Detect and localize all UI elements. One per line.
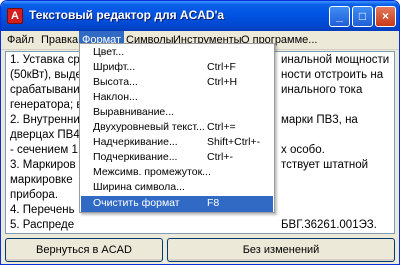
doc-line-right: марки ПВ3, на [281,114,358,126]
app-window: A Текстовый редактор для ACAD'а _ □ × Фа… [0,0,400,265]
doc-line-right: инальной мощности [281,54,390,66]
menu-item-label: Высота... [93,76,138,88]
menu-item-label: Ширина символа... [93,181,185,193]
menu-item-label: Очистить формат [93,197,180,209]
doc-line: 3. Маркиров [10,159,76,171]
menu-item-label: Шрифт... [93,61,136,73]
doc-line: прибора. [10,189,59,201]
format-menu-color[interactable]: Цвет... [81,45,273,61]
menu-item-label: Межсимв. промежуток... [93,166,211,178]
format-menu-slant[interactable]: Наклон... [81,90,273,106]
doc-line-right: инального тока [281,84,363,96]
acad-app-icon: A [7,8,23,24]
menu-item-shortcut: Ctrl+H [207,76,238,88]
return-to-acad-button[interactable]: Вернуться в ACAD [5,238,163,262]
format-menu-twolevel[interactable]: Двухуровневый текст... Ctrl+= [81,120,273,136]
doc-line-right: тствует штатной [281,159,369,171]
maximize-button[interactable]: □ [352,6,373,27]
menu-item-label: Цвет... [93,46,125,58]
format-menu-spacing[interactable]: Межсимв. промежуток... [81,165,273,181]
doc-line: генератора; в [10,99,83,111]
format-menu-underline[interactable]: Подчеркивание... Ctrl+- [81,150,273,166]
menu-item-shortcut: F8 [207,197,220,209]
doc-line-right: х особо. [281,144,325,156]
minimize-button[interactable]: _ [329,6,350,27]
doc-line: - сечением 1 [10,144,78,156]
doc-line: (50кВт), выде [10,69,82,81]
title-bar: A Текстовый редактор для ACAD'а _ □ × [1,1,399,31]
doc-line: 2. Внутренни [10,114,80,126]
menu-item-label: Наклон... [93,91,138,103]
doc-line: маркировке [10,174,73,186]
menu-edit[interactable]: Правка [41,34,78,46]
format-menu-width[interactable]: Ширина символа... [81,180,273,196]
menu-file[interactable]: Файл [7,34,34,46]
doc-line: 5. Распреде [10,219,75,231]
menu-item-label: Выравнивание... [93,106,175,118]
window-title: Текстовый редактор для ACAD'а [29,8,225,22]
format-menu-clear[interactable]: Очистить формат F8 [81,196,273,212]
format-menu-overline[interactable]: Надчеркивание... Shift+Ctrl+- [81,135,273,151]
menu-item-label: Надчеркивание... [93,136,178,148]
doc-line-right: ности отстроить на [281,69,384,81]
doc-line: срабатывание [10,84,87,96]
menu-item-label: Подчеркивание... [93,151,178,163]
doc-line: дверцах ПВ4 [10,129,80,141]
format-menu-height[interactable]: Высота... Ctrl+H [81,75,273,91]
doc-line-right: БВГ.36261.001ЭЗ. [281,219,377,231]
menu-item-shortcut: Shift+Ctrl+- [207,136,261,148]
menu-item-shortcut: Ctrl+F [207,61,236,73]
format-dropdown-menu: Цвет... Шрифт... Ctrl+F Высота... Ctrl+H… [79,43,275,213]
format-menu-align[interactable]: Выравнивание... [81,105,273,121]
format-menu-font[interactable]: Шрифт... Ctrl+F [81,60,273,76]
menu-item-label: Двухуровневый текст... [93,121,205,133]
no-changes-button[interactable]: Без изменений [167,238,395,262]
menu-item-shortcut: Ctrl+= [207,121,236,133]
doc-line: 4. Перечень [10,204,75,216]
doc-line: 1. Уставка ср [10,54,80,66]
close-button[interactable]: × [375,6,396,27]
menu-item-shortcut: Ctrl+- [207,151,233,163]
